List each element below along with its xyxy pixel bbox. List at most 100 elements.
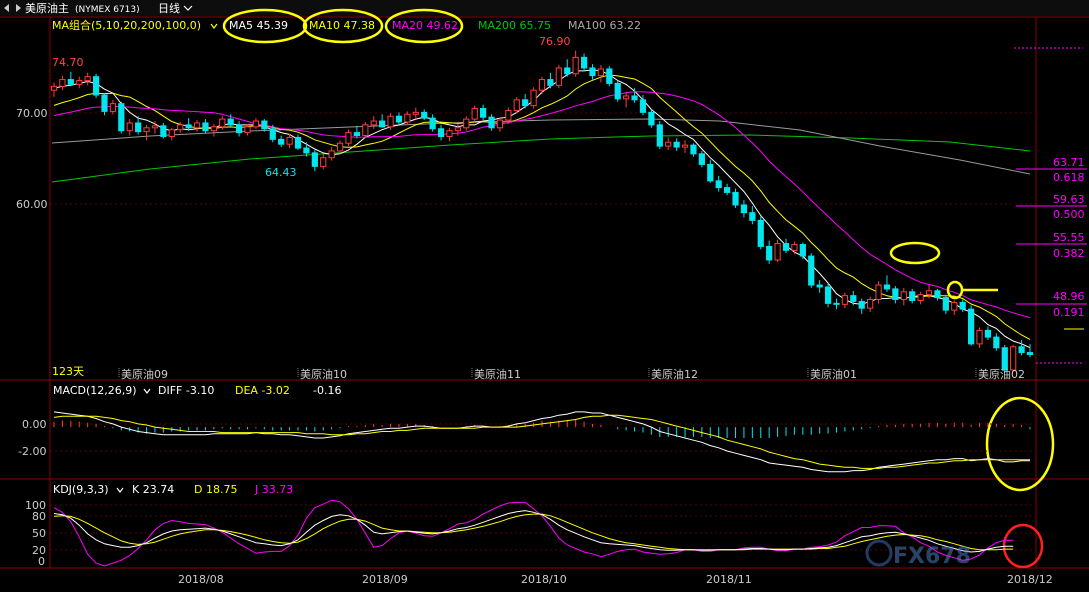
candle-body — [656, 124, 663, 147]
candle-body — [614, 82, 621, 100]
candle-body — [564, 67, 571, 75]
candle-body — [235, 124, 243, 134]
candle-body — [387, 115, 394, 128]
candle-body — [648, 111, 655, 126]
candle-body — [942, 297, 949, 311]
instrument-name: 美原油主 — [25, 1, 69, 15]
fib-ratio-1: 0.618 — [1053, 171, 1085, 184]
candle-body — [261, 120, 268, 130]
candle — [488, 114, 495, 131]
candle-body — [623, 95, 630, 100]
candle-body — [202, 122, 209, 132]
candle-body — [572, 56, 579, 75]
candle-body — [732, 191, 739, 206]
kdj-label[interactable]: KDJ(9,3,3) — [53, 483, 109, 496]
candle-body — [967, 308, 975, 345]
kdj-k-label: K 23.74 — [132, 483, 174, 496]
candle-body — [883, 284, 891, 290]
candle — [118, 101, 125, 134]
candle-body — [269, 128, 276, 140]
candle-body — [76, 80, 83, 85]
candle-body — [715, 180, 722, 189]
ma-group-label[interactable]: MA组合(5,10,20,200,100,0) — [52, 18, 201, 32]
candle-body — [320, 157, 327, 167]
candle-body — [252, 120, 260, 128]
stock-chart[interactable]: 美原油主 (NYMEX 6713) 日线 70.00 60.00 MA组合(5,… — [0, 0, 1089, 592]
period-selector[interactable]: 日线 — [158, 1, 180, 15]
candle-body — [59, 79, 66, 87]
candle-body — [143, 127, 150, 133]
candle-body — [193, 122, 201, 129]
watermark-text: FX678 — [893, 544, 971, 569]
contract-label: 美原油01 — [810, 367, 857, 381]
candle-body — [900, 291, 907, 301]
candle-body — [909, 291, 916, 301]
candle-body — [824, 286, 832, 304]
candle — [808, 253, 815, 288]
candle-body — [665, 141, 672, 147]
candle-body — [959, 301, 966, 310]
kdj-axis-tick: 50 — [32, 527, 46, 540]
candle-body — [925, 290, 933, 296]
candle-body — [160, 125, 167, 137]
candle-body — [109, 103, 117, 112]
x-axis-month-label: 2018/12 — [1007, 573, 1053, 586]
candle-body — [185, 124, 192, 129]
candle-body — [707, 163, 714, 182]
candle-body — [50, 85, 58, 91]
candle-body — [488, 116, 495, 129]
price-axis-tick-70: 70.00 — [16, 107, 48, 120]
candle-body — [631, 95, 638, 101]
candle-body — [723, 187, 731, 193]
candle-body — [336, 142, 344, 152]
candle-body — [698, 153, 705, 165]
contract-label: 美原油12 — [651, 367, 698, 381]
candle — [530, 87, 537, 109]
kdj-j-label: J 33.73 — [254, 483, 293, 496]
candle-body — [875, 284, 882, 301]
ma100-label: MA100 63.22 — [568, 19, 641, 32]
candle-body — [227, 118, 234, 126]
candle-body — [597, 68, 605, 77]
candle-body — [412, 111, 419, 115]
candle-body — [395, 115, 403, 123]
candle-body — [67, 79, 74, 85]
fib-price-4: 48.96 — [1053, 290, 1085, 303]
macd-axis-tick-neg2: -2.00 — [18, 445, 46, 458]
candle-body — [286, 136, 293, 145]
candle — [387, 113, 394, 130]
exchange-code: (NYMEX 6713) — [75, 5, 140, 15]
candle — [967, 305, 975, 346]
macd-label[interactable]: MACD(12,26,9) — [53, 384, 137, 397]
x-axis-month-label: 2018/08 — [178, 573, 224, 586]
kdj-axis-tick: 0 — [38, 555, 45, 568]
candle-body — [471, 107, 478, 120]
x-axis-month-label: 2018/11 — [706, 573, 752, 586]
candle-body — [126, 122, 133, 132]
macd-diff-label: DIFF -3.10 — [158, 384, 214, 397]
candle-body — [589, 67, 596, 77]
candle-body — [555, 67, 562, 86]
candle-body — [858, 300, 865, 309]
candle-body — [353, 132, 361, 137]
candle-body — [1010, 346, 1017, 371]
kdj-d-label: D 18.75 — [194, 483, 237, 496]
candle-body — [463, 118, 470, 129]
candle-body — [1018, 346, 1025, 354]
candle-body — [513, 99, 520, 111]
header-bar: 美原油主 (NYMEX 6713) 日线 — [0, 0, 1089, 16]
candle-body — [951, 301, 958, 311]
candle-body — [639, 99, 647, 113]
candle-body — [993, 336, 1000, 349]
candle-body — [479, 107, 487, 118]
candle-body — [757, 219, 764, 247]
candle-body — [799, 244, 806, 257]
candle-body — [1026, 352, 1034, 355]
macd-axis-tick-0: 0.00 — [22, 418, 47, 431]
bar-count: 123天 — [52, 365, 84, 378]
candle-body — [673, 141, 680, 148]
candle-body — [934, 290, 941, 299]
candle — [92, 73, 100, 98]
contract-label: 美原油10 — [300, 367, 347, 381]
candle-body — [118, 103, 125, 132]
